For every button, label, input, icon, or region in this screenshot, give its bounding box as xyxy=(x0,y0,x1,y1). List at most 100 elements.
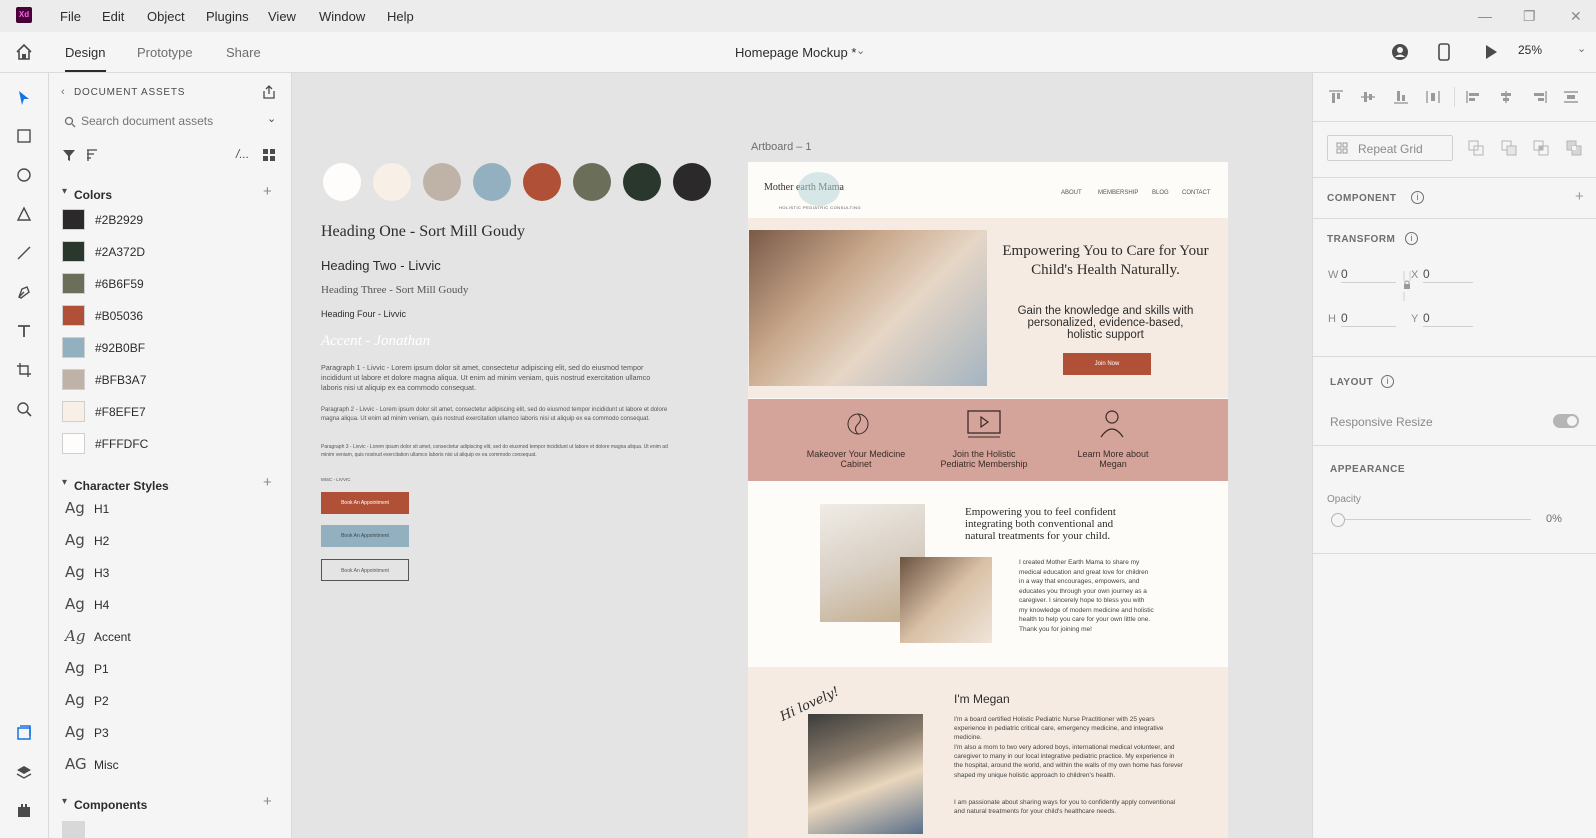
color-hex-label[interactable]: #92B0BF xyxy=(95,341,145,355)
menu-edit[interactable]: Edit xyxy=(102,9,124,24)
color-hex-label[interactable]: #2B2929 xyxy=(95,213,143,227)
band-item-megan[interactable]: Learn More about Megan xyxy=(1063,449,1163,469)
color-hex-label[interactable]: #6B6F59 xyxy=(95,277,144,291)
distribute-horizontal-icon[interactable] xyxy=(1425,90,1441,104)
opacity-slider-handle[interactable] xyxy=(1331,513,1345,527)
styleguide-color-dot[interactable] xyxy=(523,163,561,201)
colors-section-title[interactable]: Colors xyxy=(74,188,112,202)
text-tool-icon[interactable] xyxy=(16,323,32,339)
artboard[interactable]: Mother earth Mama HOLISTIC PEDIATRIC CON… xyxy=(748,162,1228,838)
add-component-plus-icon[interactable]: + xyxy=(1575,188,1584,205)
layers-panel-icon[interactable] xyxy=(16,764,32,780)
menu-object[interactable]: Object xyxy=(147,9,185,24)
play-icon[interactable] xyxy=(1484,44,1498,60)
design-canvas[interactable]: Heading One - Sort Mill Goudy Heading Tw… xyxy=(292,73,1312,838)
color-swatch[interactable] xyxy=(62,305,85,326)
sg-heading-four[interactable]: Heading Four - Livvic xyxy=(321,309,406,319)
sg-misc[interactable]: MISC - LIVVIC xyxy=(321,477,671,482)
artboard-label[interactable]: Artboard – 1 xyxy=(751,141,812,153)
distribute-vertical-icon[interactable] xyxy=(1563,90,1579,104)
close-button[interactable]: ✕ xyxy=(1570,8,1582,25)
char-style-name[interactable]: Misc xyxy=(94,758,119,772)
char-style-name[interactable]: H4 xyxy=(94,598,109,612)
color-hex-label[interactable]: #2A372D xyxy=(95,245,145,259)
color-swatch[interactable] xyxy=(62,401,85,422)
color-swatch[interactable] xyxy=(62,369,85,390)
align-middle-icon[interactable] xyxy=(1360,90,1376,104)
char-style-name[interactable]: H2 xyxy=(94,534,109,548)
sg-heading-two[interactable]: Heading Two - Livvic xyxy=(321,258,441,273)
sg-button-secondary[interactable]: Book An Appointment xyxy=(321,525,409,547)
repeat-grid-button[interactable]: Repeat Grid xyxy=(1327,135,1453,161)
char-style-name[interactable]: H3 xyxy=(94,566,109,580)
pen-tool-icon[interactable] xyxy=(16,284,32,300)
styleguide-color-dot[interactable] xyxy=(373,163,411,201)
plugins-panel-icon[interactable] xyxy=(16,803,32,819)
styleguide-color-dot[interactable] xyxy=(323,163,361,201)
sg-heading-one[interactable]: Heading One - Sort Mill Goudy xyxy=(321,223,525,241)
color-swatch[interactable] xyxy=(62,241,85,262)
device-preview-icon[interactable] xyxy=(1437,43,1451,61)
components-section-title[interactable]: Components xyxy=(74,798,147,812)
nav-about[interactable]: ABOUT xyxy=(1061,190,1082,196)
select-tool-icon[interactable] xyxy=(16,89,32,107)
char-style-name[interactable]: P2 xyxy=(94,694,109,708)
nav-blog[interactable]: BLOG xyxy=(1152,190,1169,196)
menu-window[interactable]: Window xyxy=(319,9,365,24)
x-field[interactable] xyxy=(1423,265,1473,283)
height-field[interactable] xyxy=(1341,309,1396,327)
filter-icon[interactable] xyxy=(62,148,76,162)
zoom-chevron-icon[interactable]: ⌄ xyxy=(1577,42,1586,55)
menu-view[interactable]: View xyxy=(268,9,296,24)
restore-button[interactable]: ❐ xyxy=(1523,8,1536,25)
components-collapse-icon[interactable]: ▾ xyxy=(62,796,67,807)
color-swatch[interactable] xyxy=(62,433,85,454)
band-item-medicine[interactable]: Makeover Your Medicine Cabinet xyxy=(806,449,906,469)
sg-button-outline[interactable]: Book An Appointment xyxy=(321,559,409,581)
char-style-name[interactable]: P1 xyxy=(94,662,109,676)
layout-info-icon[interactable]: i xyxy=(1381,375,1394,388)
responsive-resize-toggle[interactable] xyxy=(1553,414,1579,428)
add-color-icon[interactable]: + xyxy=(263,183,272,200)
nav-contact[interactable]: CONTACT xyxy=(1182,190,1211,196)
component-thumbnail[interactable] xyxy=(62,821,85,838)
char-styles-collapse-icon[interactable]: ▾ xyxy=(62,477,67,488)
ellipse-tool-icon[interactable] xyxy=(16,167,32,183)
sg-button-primary[interactable]: Book An Appointment xyxy=(321,492,409,514)
boolean-exclude-icon[interactable] xyxy=(1566,140,1582,156)
minimize-button[interactable]: — xyxy=(1478,8,1492,24)
y-field[interactable] xyxy=(1423,309,1473,327)
align-center-icon[interactable] xyxy=(1498,90,1514,104)
transform-info-icon[interactable]: i xyxy=(1405,232,1418,245)
zoom-level[interactable]: 25% xyxy=(1518,43,1542,57)
colors-collapse-icon[interactable]: ▾ xyxy=(62,186,67,197)
line-tool-icon[interactable] xyxy=(16,245,32,261)
boolean-add-icon[interactable] xyxy=(1468,140,1484,156)
char-style-name[interactable]: Accent xyxy=(94,630,131,644)
boolean-subtract-icon[interactable] xyxy=(1501,140,1517,156)
styleguide-color-dot[interactable] xyxy=(473,163,511,201)
char-style-name[interactable]: H1 xyxy=(94,502,109,516)
color-hex-label[interactable]: #BFB3A7 xyxy=(95,373,146,387)
char-style-name[interactable]: P3 xyxy=(94,726,109,740)
styleguide-color-dot[interactable] xyxy=(573,163,611,201)
join-now-button[interactable]: Join Now xyxy=(1063,353,1151,375)
assets-panel-icon[interactable] xyxy=(16,725,32,741)
back-chevron-icon[interactable]: ‹ xyxy=(61,86,65,98)
search-dropdown-icon[interactable]: ⌄ xyxy=(267,112,276,125)
tab-design[interactable]: Design xyxy=(65,45,105,60)
sg-paragraph-1[interactable]: Paragraph 1 - Livvic - Lorem ipsum dolor… xyxy=(321,363,671,393)
menu-help[interactable]: Help xyxy=(387,9,414,24)
add-component-icon[interactable]: + xyxy=(263,793,272,810)
share-user-icon[interactable] xyxy=(1391,43,1409,61)
align-top-icon[interactable] xyxy=(1328,90,1344,104)
artboard-tool-icon[interactable] xyxy=(16,362,32,378)
color-hex-label[interactable]: #F8EFE7 xyxy=(95,405,146,419)
add-char-style-icon[interactable]: + xyxy=(263,474,272,491)
grid-view-icon[interactable] xyxy=(262,148,276,162)
width-field[interactable] xyxy=(1341,265,1396,283)
color-hex-label[interactable]: #FFFDFC xyxy=(95,437,148,451)
sg-heading-three[interactable]: Heading Three - Sort Mill Goudy xyxy=(321,284,468,296)
polygon-tool-icon[interactable] xyxy=(16,206,32,222)
document-title[interactable]: Homepage Mockup * xyxy=(735,45,856,60)
